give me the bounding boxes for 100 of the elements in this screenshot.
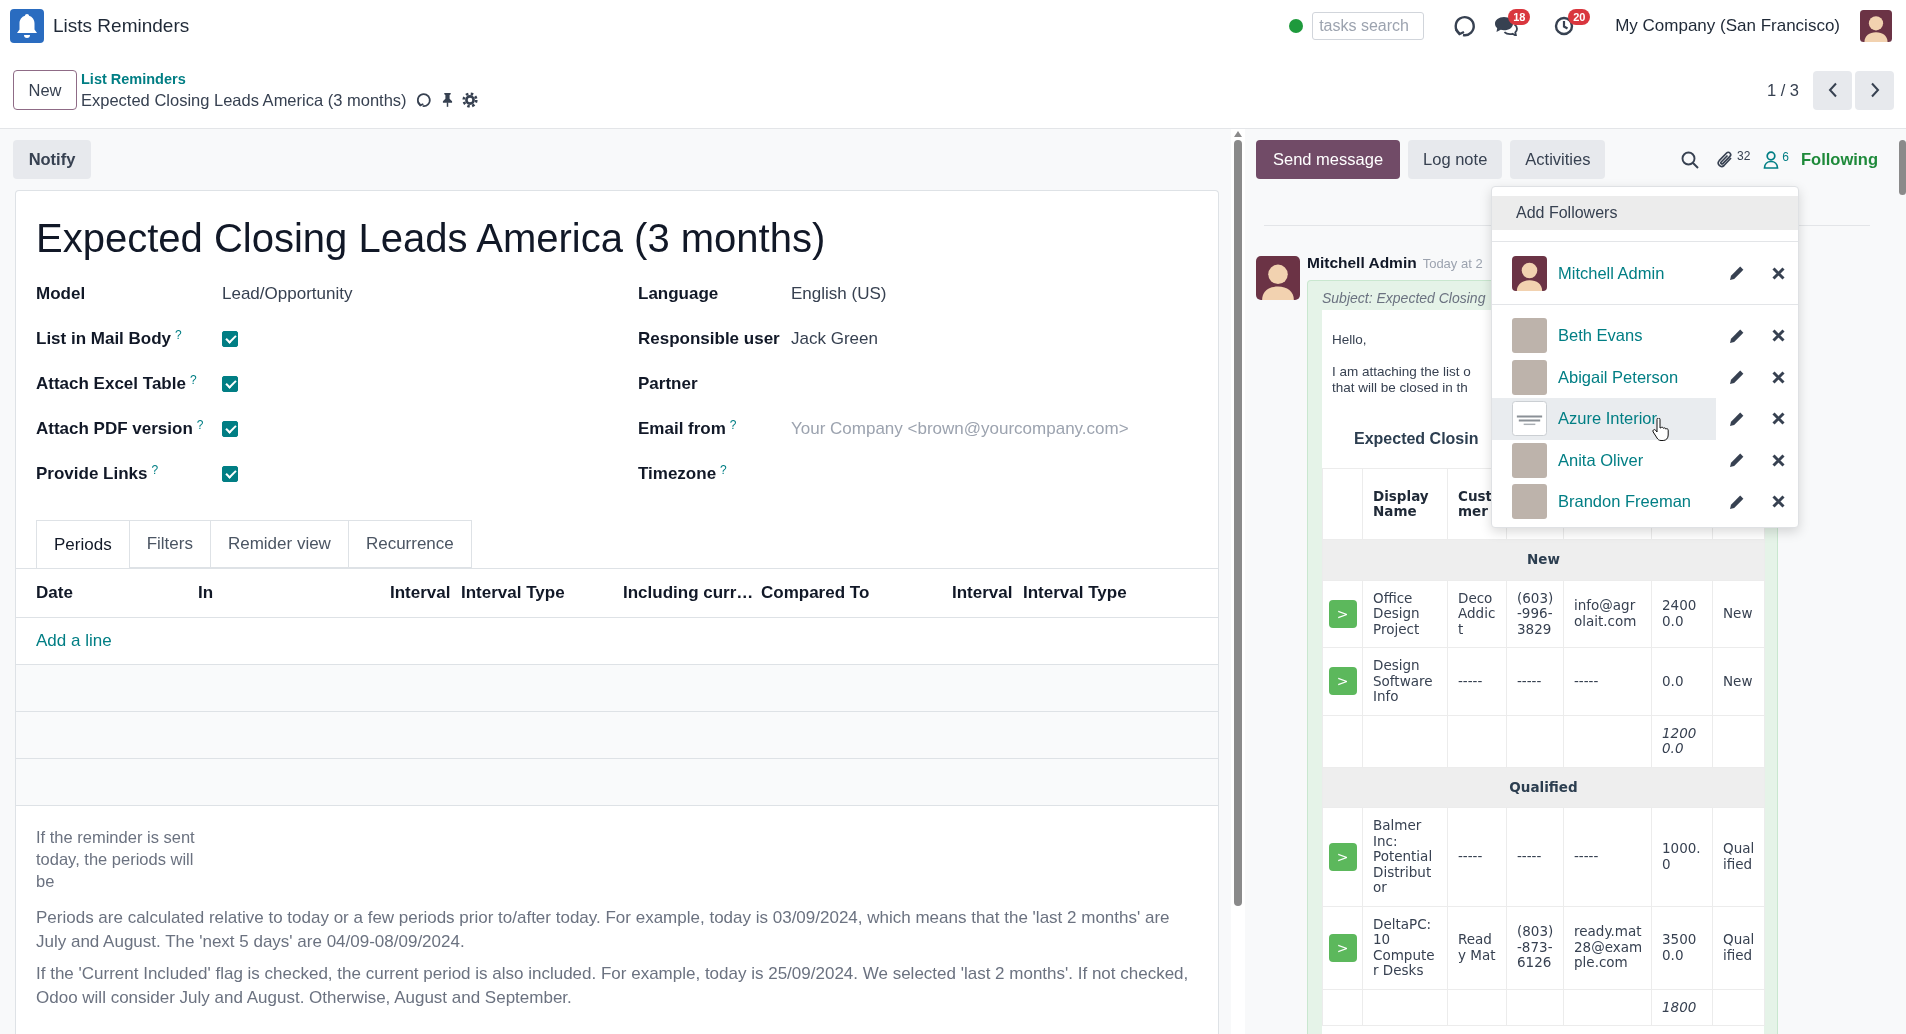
help-tooltip[interactable]: ? [729, 418, 737, 431]
help-tooltip[interactable]: ? [151, 463, 159, 476]
table-cell: DeltaPC: 10 Computer Desks [1373, 915, 1435, 978]
column-header[interactable]: Including curr… [623, 583, 754, 602]
followers-button[interactable]: 6 [1763, 150, 1789, 169]
field-value: English (US) [791, 283, 887, 304]
tab[interactable]: Filters [129, 520, 211, 568]
bell-logo-icon[interactable] [10, 9, 44, 43]
tab[interactable]: Periods [36, 520, 130, 568]
column-header[interactable]: Interval [952, 583, 1013, 602]
tab[interactable]: Remider view [210, 520, 349, 568]
follower-item[interactable]: Abigail Peterson [1492, 356, 1716, 398]
follower-item[interactable]: Azure Interior [1492, 398, 1716, 440]
close-icon[interactable] [1772, 370, 1785, 384]
follower-item[interactable]: Beth Evans [1492, 315, 1716, 357]
field-label: Provide Links [36, 463, 148, 484]
message-time: Today at 2 [1422, 256, 1483, 271]
follower-item[interactable]: Brandon Freeman [1492, 481, 1716, 523]
record-name-title: Expected Closing Leads America (3 months) [36, 215, 827, 262]
checkbox[interactable] [222, 420, 238, 437]
avatar-photo [1512, 442, 1547, 478]
email-input[interactable]: Your Company <brown@yourcompany.com> [791, 418, 1156, 439]
tab[interactable]: Recurrence [348, 520, 472, 568]
next-button[interactable] [1855, 70, 1894, 110]
search-field[interactable]: tasks search [1312, 12, 1425, 40]
column-header[interactable]: Interval [390, 583, 451, 602]
company-switcher[interactable]: My Company (San Francisco) [1615, 16, 1840, 36]
avatar-photo [1512, 318, 1547, 354]
close-icon[interactable] [1772, 453, 1785, 467]
pencil-icon[interactable] [1729, 493, 1745, 510]
pager-value[interactable]: 1 / 3 [1766, 80, 1799, 100]
clock-icon[interactable] [1554, 16, 1575, 36]
pencil-icon[interactable] [1729, 452, 1745, 469]
table-cell: (803)-873-6126 [1517, 923, 1554, 971]
subtotal-value: 12000.0 [1662, 724, 1697, 756]
paperclip-icon [1715, 149, 1734, 170]
chatter-button[interactable]: Activities [1510, 140, 1606, 179]
add-followers-item[interactable]: Add Followers [1492, 196, 1798, 230]
attachments-button[interactable]: 32 [1715, 149, 1751, 170]
follow-button[interactable]: Following [1801, 150, 1878, 169]
chatter-button[interactable]: Log note [1408, 140, 1503, 179]
message-text: I am attaching the list o that will be closed in th [1332, 364, 1471, 395]
greeting-text: Hello, [1332, 332, 1367, 348]
search-icon[interactable] [1680, 150, 1699, 169]
pencil-icon[interactable] [1729, 369, 1745, 386]
scrollbar-thumb[interactable] [1899, 140, 1906, 195]
help-tooltip[interactable]: ? [196, 418, 204, 431]
pencil-icon[interactable] [1729, 410, 1745, 427]
person-icon [1763, 150, 1780, 169]
follower-item[interactable]: Anita Oliver [1492, 439, 1716, 481]
status-dot-icon [1289, 19, 1304, 33]
gear-icon[interactable] [461, 91, 478, 108]
column-header: Display Name [1373, 487, 1429, 519]
column-header[interactable]: In [198, 583, 214, 602]
column-header[interactable]: Date [36, 583, 73, 602]
table-cell: Office Design Project [1373, 589, 1420, 637]
table-cell: Balmer Inc: Potential Distributor [1373, 817, 1433, 895]
table-cell: 35000.0 [1662, 931, 1697, 963]
checkbox[interactable] [222, 375, 238, 392]
breadcrumb-link[interactable]: List Reminders [81, 69, 186, 88]
close-icon[interactable] [1772, 329, 1785, 343]
pencil-icon[interactable] [1729, 327, 1745, 344]
message-subject: Subject: Expected Closing [1322, 289, 1486, 308]
scroll-up-icon[interactable] [1234, 131, 1242, 137]
checkbox[interactable] [222, 330, 238, 347]
add-line-link[interactable]: Add a line [36, 631, 112, 651]
column-header: Cust mer [1458, 487, 1492, 519]
field-label: Responsible user [638, 328, 780, 349]
follower-item[interactable]: Mitchell Admin [1492, 252, 1716, 294]
chatter-button[interactable]: Send message [1256, 140, 1401, 179]
table-cell: ----- [1574, 848, 1599, 864]
circular-arrow-icon[interactable] [415, 91, 432, 108]
help-tooltip[interactable]: ? [189, 373, 197, 386]
column-header[interactable]: Interval Type [1023, 583, 1127, 602]
logo-icon [1512, 401, 1547, 437]
close-icon[interactable] [1772, 412, 1785, 426]
close-icon[interactable] [1772, 266, 1785, 280]
pin-icon[interactable] [441, 92, 453, 107]
column-header[interactable]: Interval Type [461, 583, 565, 602]
subtotal-value: 1800 [1662, 998, 1697, 1015]
help-tooltip[interactable]: ? [175, 328, 182, 341]
app-name[interactable]: Lists Reminders [53, 15, 190, 37]
previous-button[interactable] [1813, 70, 1852, 110]
field-value: Lead/Opportunity [222, 283, 353, 304]
field-label: Email from [638, 418, 726, 439]
checkbox[interactable] [222, 465, 238, 482]
close-icon[interactable] [1772, 495, 1785, 509]
chevron-right-icon [1869, 82, 1880, 98]
field-label: Attach Excel Table [36, 373, 186, 394]
unread-badge: 20 [1568, 9, 1591, 25]
notify-button[interactable]: Notify [13, 140, 91, 179]
new-button[interactable]: New [13, 70, 77, 110]
scrollbar-thumb[interactable] [1234, 140, 1242, 906]
column-header[interactable]: Compared To [761, 583, 870, 602]
period-note: If the reminder is sent today, the periods will be [36, 827, 196, 892]
avatar-icon[interactable] [1860, 10, 1892, 42]
avatar-photo [1512, 484, 1547, 520]
help-tooltip[interactable]: ? [720, 463, 727, 476]
table-cell: 0.0 [1662, 672, 1684, 689]
circular-arrow-icon[interactable] [1453, 14, 1478, 38]
